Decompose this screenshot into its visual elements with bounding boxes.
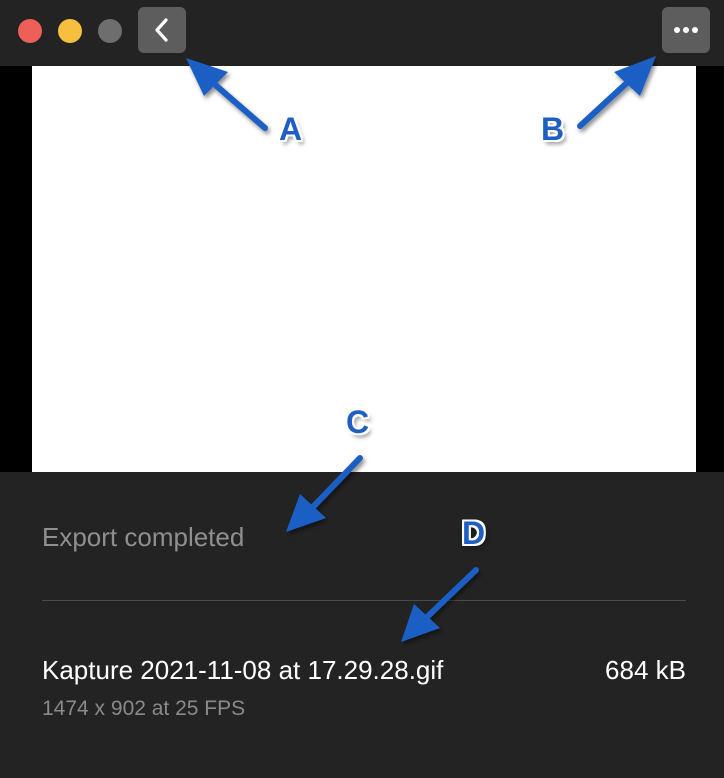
title-bar [0, 0, 724, 66]
annotation-label-b: B [541, 111, 565, 147]
annotation-label-d: D [462, 515, 486, 551]
close-window-button[interactable] [18, 19, 42, 43]
divider [42, 600, 686, 601]
file-details: 1474 x 902 at 25 FPS [42, 697, 246, 720]
annotation-label-a: A [279, 111, 303, 147]
zoom-window-button[interactable] [98, 19, 122, 43]
file-size: 684 kB [605, 655, 686, 685]
back-button[interactable] [138, 7, 186, 53]
export-info-panel: Export completed Kapture 2021-11-08 at 1… [0, 472, 724, 778]
minimize-window-button[interactable] [58, 19, 82, 43]
more-horizontal-icon [674, 27, 698, 33]
more-options-button[interactable] [662, 7, 710, 53]
file-name[interactable]: Kapture 2021-11-08 at 17.29.28.gif [42, 655, 443, 686]
export-status: Export completed [42, 522, 245, 552]
annotation-label-c: C [346, 404, 370, 440]
chevron-left-icon [155, 18, 168, 42]
